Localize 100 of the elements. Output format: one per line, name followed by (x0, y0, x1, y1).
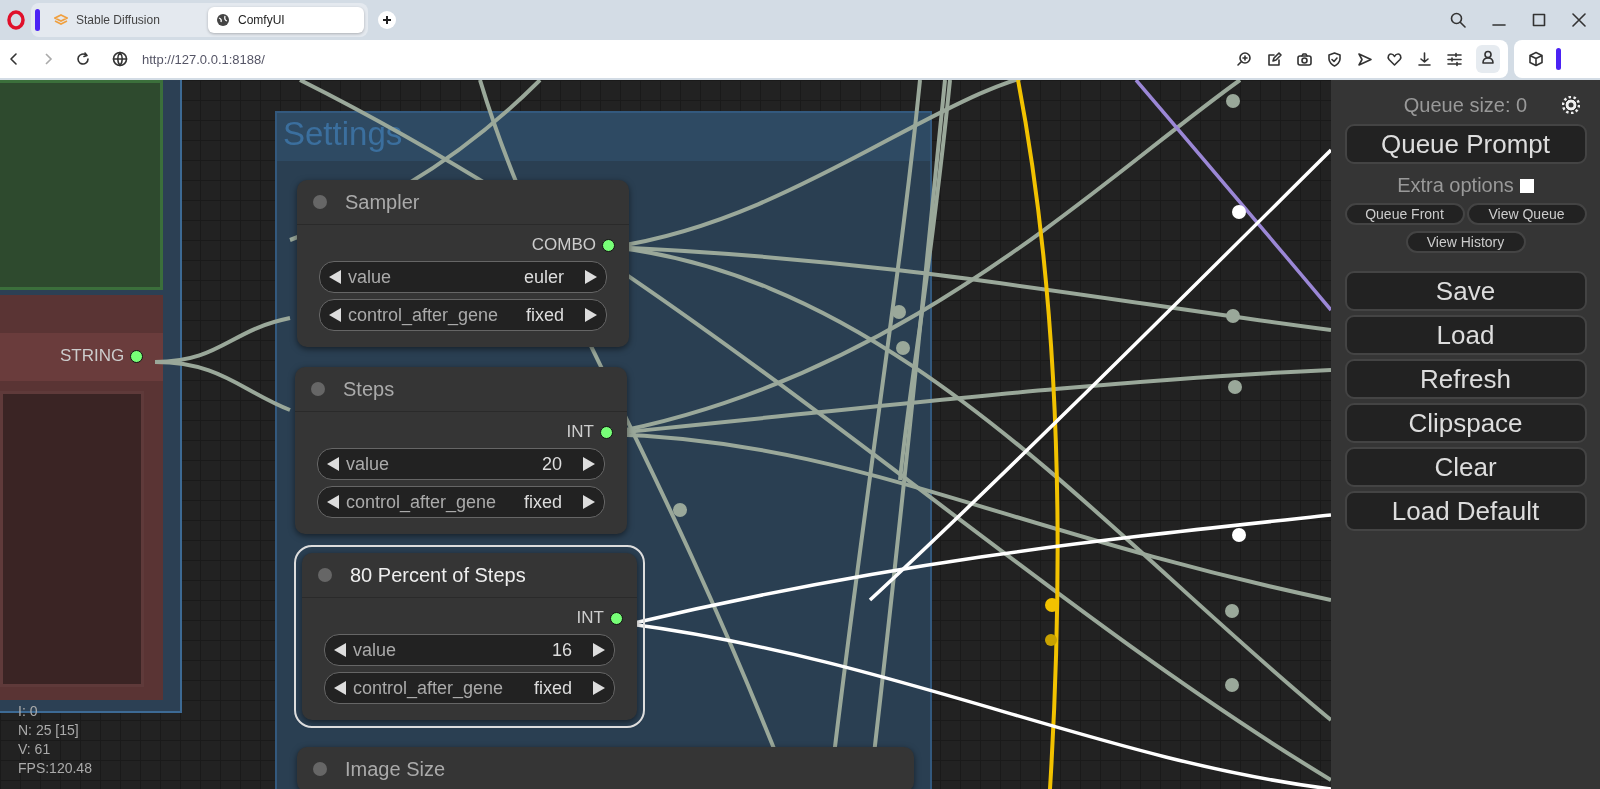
widget-label: control_after_gene (346, 491, 497, 513)
left-arrow-icon[interactable] (333, 680, 347, 696)
extra-options-checkbox[interactable] (1519, 178, 1534, 193)
queue-size-label: Queue size: 0 (1403, 93, 1528, 117)
url-text[interactable]: http://127.0.0.1:8188/ (142, 51, 265, 67)
left-arrow-icon[interactable] (328, 269, 342, 285)
output-type-label: INT (566, 422, 594, 442)
right-arrow-icon[interactable] (584, 307, 598, 323)
queue-prompt-button[interactable]: Queue Prompt (1344, 124, 1587, 164)
globe-icon (216, 13, 230, 27)
left-arrow-icon[interactable] (333, 642, 347, 658)
widget-label: control_after_gene (353, 677, 504, 699)
new-tab-button[interactable] (378, 11, 396, 29)
download-icon[interactable] (1416, 50, 1433, 68)
widget-value: fixed (533, 677, 572, 699)
right-arrow-icon[interactable] (592, 680, 606, 696)
zoom-in-icon[interactable] (1236, 50, 1253, 68)
sidebar-indicator-bar (35, 9, 40, 31)
widget-value: 16 (551, 639, 572, 661)
panel-button[interactable]: Save (1344, 271, 1587, 311)
output-port-icon[interactable] (602, 238, 615, 252)
queue-option-button[interactable]: Queue Front (1344, 203, 1465, 225)
reload-icon[interactable] (76, 52, 90, 66)
panel-button[interactable]: Load (1344, 315, 1587, 355)
opera-logo-icon[interactable] (7, 10, 25, 30)
widget-label: value (346, 453, 390, 475)
output-type-label: INT (576, 608, 604, 628)
panel-button[interactable]: Clipspace (1344, 403, 1587, 443)
output-port-icon[interactable] (610, 611, 623, 625)
search-icon[interactable] (1450, 12, 1466, 28)
reroute-point-icon[interactable] (1226, 309, 1240, 323)
left-arrow-icon[interactable] (326, 456, 340, 472)
reroute-point-icon[interactable] (1228, 380, 1242, 394)
maximize-icon[interactable] (1532, 13, 1546, 27)
stats-text: V: 61 (18, 740, 52, 759)
reroute-point-icon[interactable] (1225, 678, 1239, 692)
plus-icon (382, 15, 392, 25)
person-icon (1480, 49, 1496, 65)
edit-icon[interactable] (1266, 50, 1283, 68)
node-title: Steps (343, 377, 395, 401)
heart-icon[interactable] (1386, 50, 1403, 68)
combo-widget[interactable]: control_after_gene fixed (319, 299, 607, 331)
widget-value: euler (523, 266, 564, 288)
profile-button[interactable] (1476, 45, 1500, 73)
widget-value: 20 (541, 453, 562, 475)
group-title: Settings (277, 113, 930, 161)
reroute-point-icon[interactable] (1045, 598, 1059, 612)
widget-value: fixed (525, 304, 564, 326)
combo-widget[interactable]: control_after_gene fixed (317, 486, 605, 518)
node-panel[interactable]: Steps INT value 20 control_after_gene fixed (295, 367, 627, 534)
right-arrow-icon[interactable] (582, 494, 596, 510)
stats-text: N: 25 [15] (18, 721, 80, 740)
status-dot-icon (313, 762, 327, 776)
left-arrow-icon[interactable] (326, 494, 340, 510)
right-arrow-icon[interactable] (584, 269, 598, 285)
panel-button[interactable]: Clear (1344, 447, 1587, 487)
queue-option-button[interactable]: View History (1405, 231, 1526, 253)
send-icon[interactable] (1356, 50, 1373, 68)
queue-option-button[interactable]: View Queue (1466, 203, 1587, 225)
globe-icon (112, 51, 128, 67)
widget-value: fixed (523, 491, 562, 513)
combo-widget[interactable]: control_after_gene fixed (324, 672, 615, 704)
combo-widget[interactable]: value euler (319, 261, 607, 293)
back-icon[interactable] (8, 52, 20, 66)
reroute-point-icon[interactable] (1232, 205, 1246, 219)
output-port-icon[interactable] (600, 425, 613, 439)
layers-icon (54, 13, 68, 27)
reroute-point-icon[interactable] (1045, 634, 1057, 646)
left-arrow-icon[interactable] (328, 307, 342, 323)
stats-text: I: 0 (18, 702, 39, 721)
reroute-point-icon[interactable] (1226, 94, 1240, 108)
node-panel[interactable]: Sampler COMBO value euler control_after_gene fixed (297, 180, 629, 347)
browser-tab[interactable]: Stable Diffusion (46, 7, 202, 33)
node-title: Sampler (345, 190, 420, 214)
settings-icon[interactable] (1562, 96, 1580, 114)
stats-text: FPS:120.48 (18, 759, 92, 778)
panel-button[interactable]: Load Default (1344, 491, 1587, 531)
combo-widget[interactable]: value 16 (324, 634, 615, 666)
shield-icon[interactable] (1326, 50, 1343, 68)
output-type-label: COMBO (531, 235, 596, 255)
right-arrow-icon[interactable] (582, 456, 596, 472)
cube-icon[interactable] (1528, 51, 1544, 67)
panel-button[interactable]: Refresh (1344, 359, 1587, 399)
widget-label: value (348, 266, 392, 288)
status-dot-icon (311, 382, 325, 396)
status-dot-icon (318, 568, 332, 582)
node-title: Image Size (345, 757, 446, 781)
sidebar-indicator-bar (1556, 48, 1561, 70)
right-arrow-icon[interactable] (592, 642, 606, 658)
extra-options-label: Extra options (1397, 174, 1514, 197)
sliders-icon[interactable] (1446, 50, 1463, 68)
camera-icon[interactable] (1296, 50, 1313, 68)
close-icon[interactable] (1572, 13, 1586, 27)
browser-tab[interactable]: ComfyUI (208, 7, 364, 33)
node-panel[interactable]: Image Size (297, 747, 914, 789)
reroute-point-icon[interactable] (1225, 604, 1239, 618)
reroute-point-icon[interactable] (1232, 528, 1246, 542)
node-title: 80 Percent of Steps (350, 563, 526, 587)
widget-label: control_after_gene (348, 304, 499, 326)
combo-widget[interactable]: value 20 (317, 448, 605, 480)
